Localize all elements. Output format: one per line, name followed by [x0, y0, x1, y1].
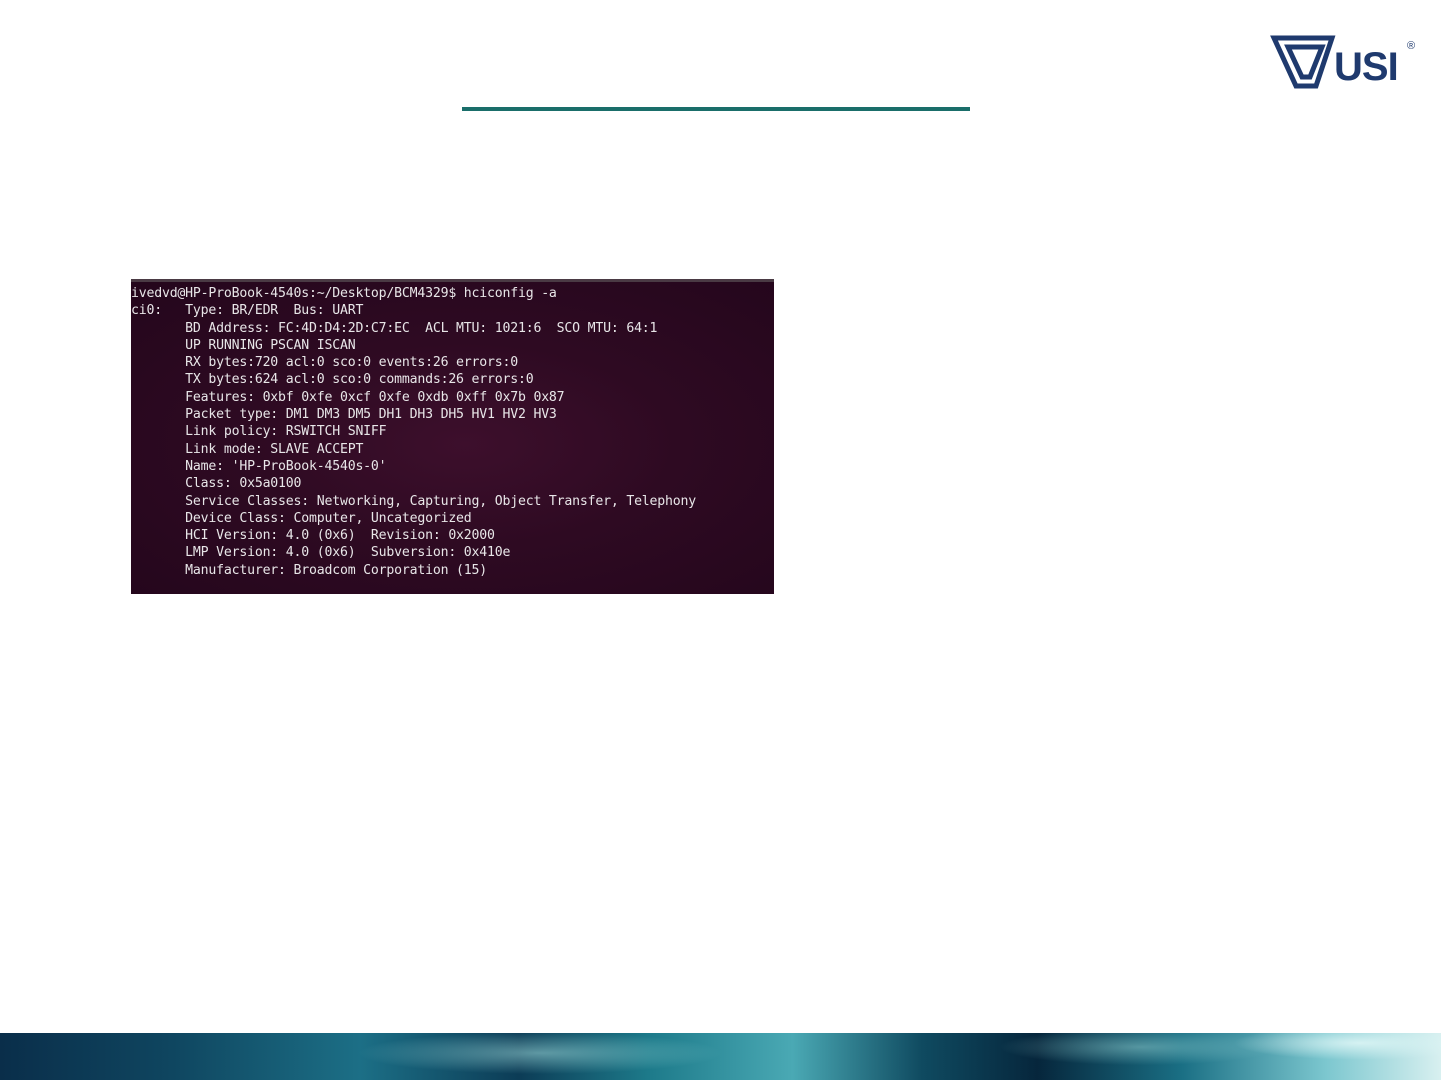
terminal-line: Service Classes: Networking, Capturing, … [131, 493, 696, 509]
terminal-line: HCI Version: 4.0 (0x6) Revision: 0x2000 [131, 528, 495, 544]
terminal-line: LMP Version: 4.0 (0x6) Subversion: 0x410… [131, 545, 511, 561]
terminal-line: UP RUNNING PSCAN ISCAN [131, 337, 356, 353]
logo-text: USI [1334, 45, 1398, 89]
terminal-line: Packet type: DM1 DM3 DM5 DH1 DH3 DH5 HV1… [131, 407, 557, 423]
terminal-line: Device Class: Computer, Uncategorized [131, 510, 472, 526]
terminal-line: RX bytes:720 acl:0 sco:0 events:26 error… [131, 355, 518, 371]
terminal-line: Manufacturer: Broadcom Corporation (15) [131, 562, 488, 578]
terminal-line: Link policy: RSWITCH SNIFF [131, 424, 387, 440]
terminal-line: ci0: Type: BR/EDR Bus: UART [131, 303, 364, 319]
terminal-line: Name: 'HP-ProBook-4540s-0' [131, 458, 387, 474]
terminal-line: Link mode: SLAVE ACCEPT [131, 441, 364, 457]
title-underline [462, 107, 970, 111]
terminal-line: TX bytes:624 acl:0 sco:0 commands:26 err… [131, 372, 534, 388]
terminal-line: Features: 0xbf 0xfe 0xcf 0xfe 0xdb 0xff … [131, 389, 565, 405]
usi-logo-mark: USI ® [1270, 35, 1415, 89]
registered-mark: ® [1407, 40, 1415, 52]
usi-logo: USI ® [1270, 32, 1420, 92]
footer-decorative-band [0, 1033, 1441, 1080]
terminal-line: Class: 0x5a0100 [131, 476, 302, 492]
terminal-line: BD Address: FC:4D:D4:2D:C7:EC ACL MTU: 1… [131, 320, 658, 336]
terminal-output: ivedvd@HP-ProBook-4540s:~/Desktop/BCM432… [131, 285, 696, 579]
terminal-screenshot: ivedvd@HP-ProBook-4540s:~/Desktop/BCM432… [131, 279, 774, 594]
terminal-line: ivedvd@HP-ProBook-4540s:~/Desktop/BCM432… [131, 286, 557, 301]
